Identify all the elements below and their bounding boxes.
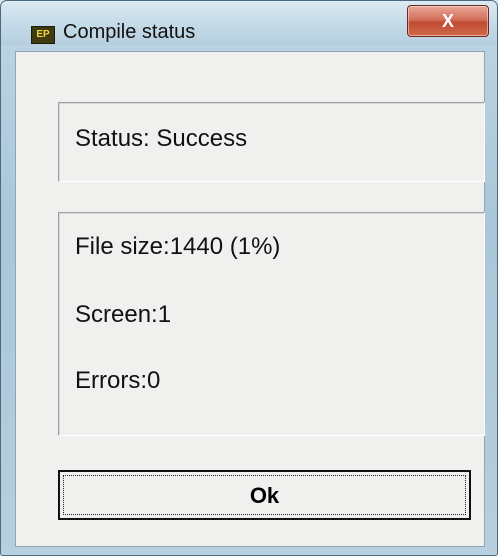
screen-label: Screen:1	[75, 301, 172, 328]
info-panel: File size:1440 (1%) Screen:1 Errors:0	[58, 212, 485, 436]
status-panel: Status: Success	[58, 102, 485, 182]
dialog-body: Status: Success File size:1440 (1%) Scre…	[15, 51, 485, 547]
close-button[interactable]: X	[407, 5, 489, 37]
compile-status-dialog: EP Compile status X Status: Success File…	[0, 0, 498, 556]
status-label: Status: Success	[75, 125, 248, 152]
file-size-label: File size:1440 (1%)	[75, 233, 281, 260]
app-icon: EP	[31, 26, 55, 44]
close-icon: X	[441, 11, 454, 31]
ok-button[interactable]: Ok	[58, 470, 471, 520]
title-bar[interactable]: EP Compile status X	[1, 1, 497, 45]
errors-label: Errors:0	[75, 367, 161, 394]
ok-button-label: Ok	[63, 475, 466, 515]
window-title: Compile status	[63, 21, 196, 43]
